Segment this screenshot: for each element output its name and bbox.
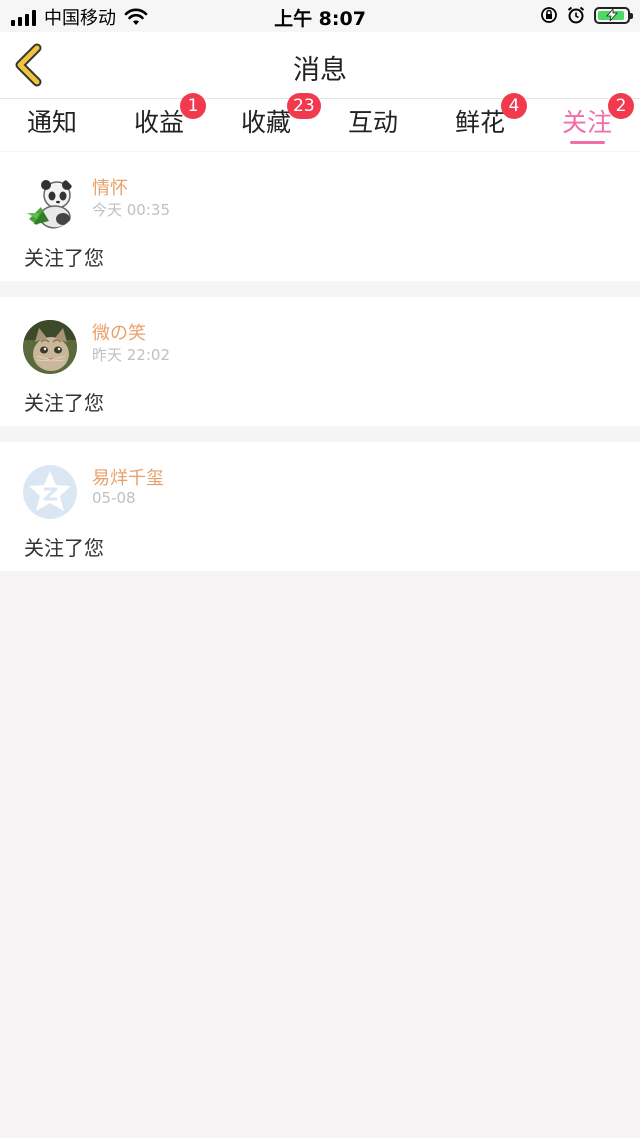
- timestamp: 昨天 22:02: [92, 346, 170, 364]
- timestamp: 今天 00:35: [92, 201, 170, 219]
- tab-following[interactable]: 关注 2: [562, 93, 634, 139]
- list-item[interactable]: 易烊千玺 05-08 关注了您: [0, 442, 640, 571]
- tab-label: 收益: [134, 108, 185, 137]
- tab-flowers[interactable]: 鲜花 4: [455, 93, 527, 139]
- status-bar: 中国移动 上午 8:07: [0, 0, 640, 32]
- message-text: 关注了您: [24, 391, 104, 415]
- tab-notification[interactable]: 通知: [27, 103, 77, 139]
- battery-charging-icon: [594, 6, 633, 24]
- page-title: 消息: [293, 55, 347, 86]
- rotation-lock-icon: [541, 7, 557, 23]
- alarm-icon: [567, 6, 585, 24]
- cat-photo-avatar[interactable]: [23, 320, 77, 374]
- tab-earnings[interactable]: 收益 1: [134, 93, 206, 139]
- tab-bar: 通知 收益 1 收藏 23 互动 鲜花 4 关注 2: [0, 93, 640, 151]
- tab-favorites[interactable]: 收藏 23: [241, 93, 321, 139]
- message-text: 关注了您: [24, 536, 104, 560]
- unread-badge: 2: [608, 93, 634, 119]
- tab-interaction[interactable]: 互动: [348, 103, 398, 139]
- tab-label: 通知: [27, 108, 78, 137]
- unread-badge: 1: [180, 93, 206, 119]
- unread-badge: 23: [287, 93, 321, 119]
- tab-label: 互动: [348, 108, 399, 137]
- unread-badge: 4: [501, 93, 527, 119]
- tab-label: 关注: [562, 108, 613, 137]
- list-item[interactable]: 微の笑 昨天 22:02 关注了您: [0, 297, 640, 426]
- active-tab-indicator: [570, 141, 605, 144]
- list-item[interactable]: 情怀 今天 00:35 关注了您: [0, 152, 640, 281]
- username[interactable]: 情怀: [92, 174, 128, 200]
- username[interactable]: 易烊千玺: [92, 464, 164, 490]
- navigation-bar: 消息: [0, 32, 640, 99]
- panda-avatar[interactable]: [23, 175, 77, 229]
- tab-label: 鲜花: [455, 108, 506, 137]
- tab-label: 收藏: [241, 108, 292, 137]
- qzone-star-avatar[interactable]: [23, 465, 77, 519]
- message-text: 关注了您: [24, 246, 104, 270]
- timestamp: 05-08: [92, 489, 136, 507]
- username[interactable]: 微の笑: [92, 319, 146, 345]
